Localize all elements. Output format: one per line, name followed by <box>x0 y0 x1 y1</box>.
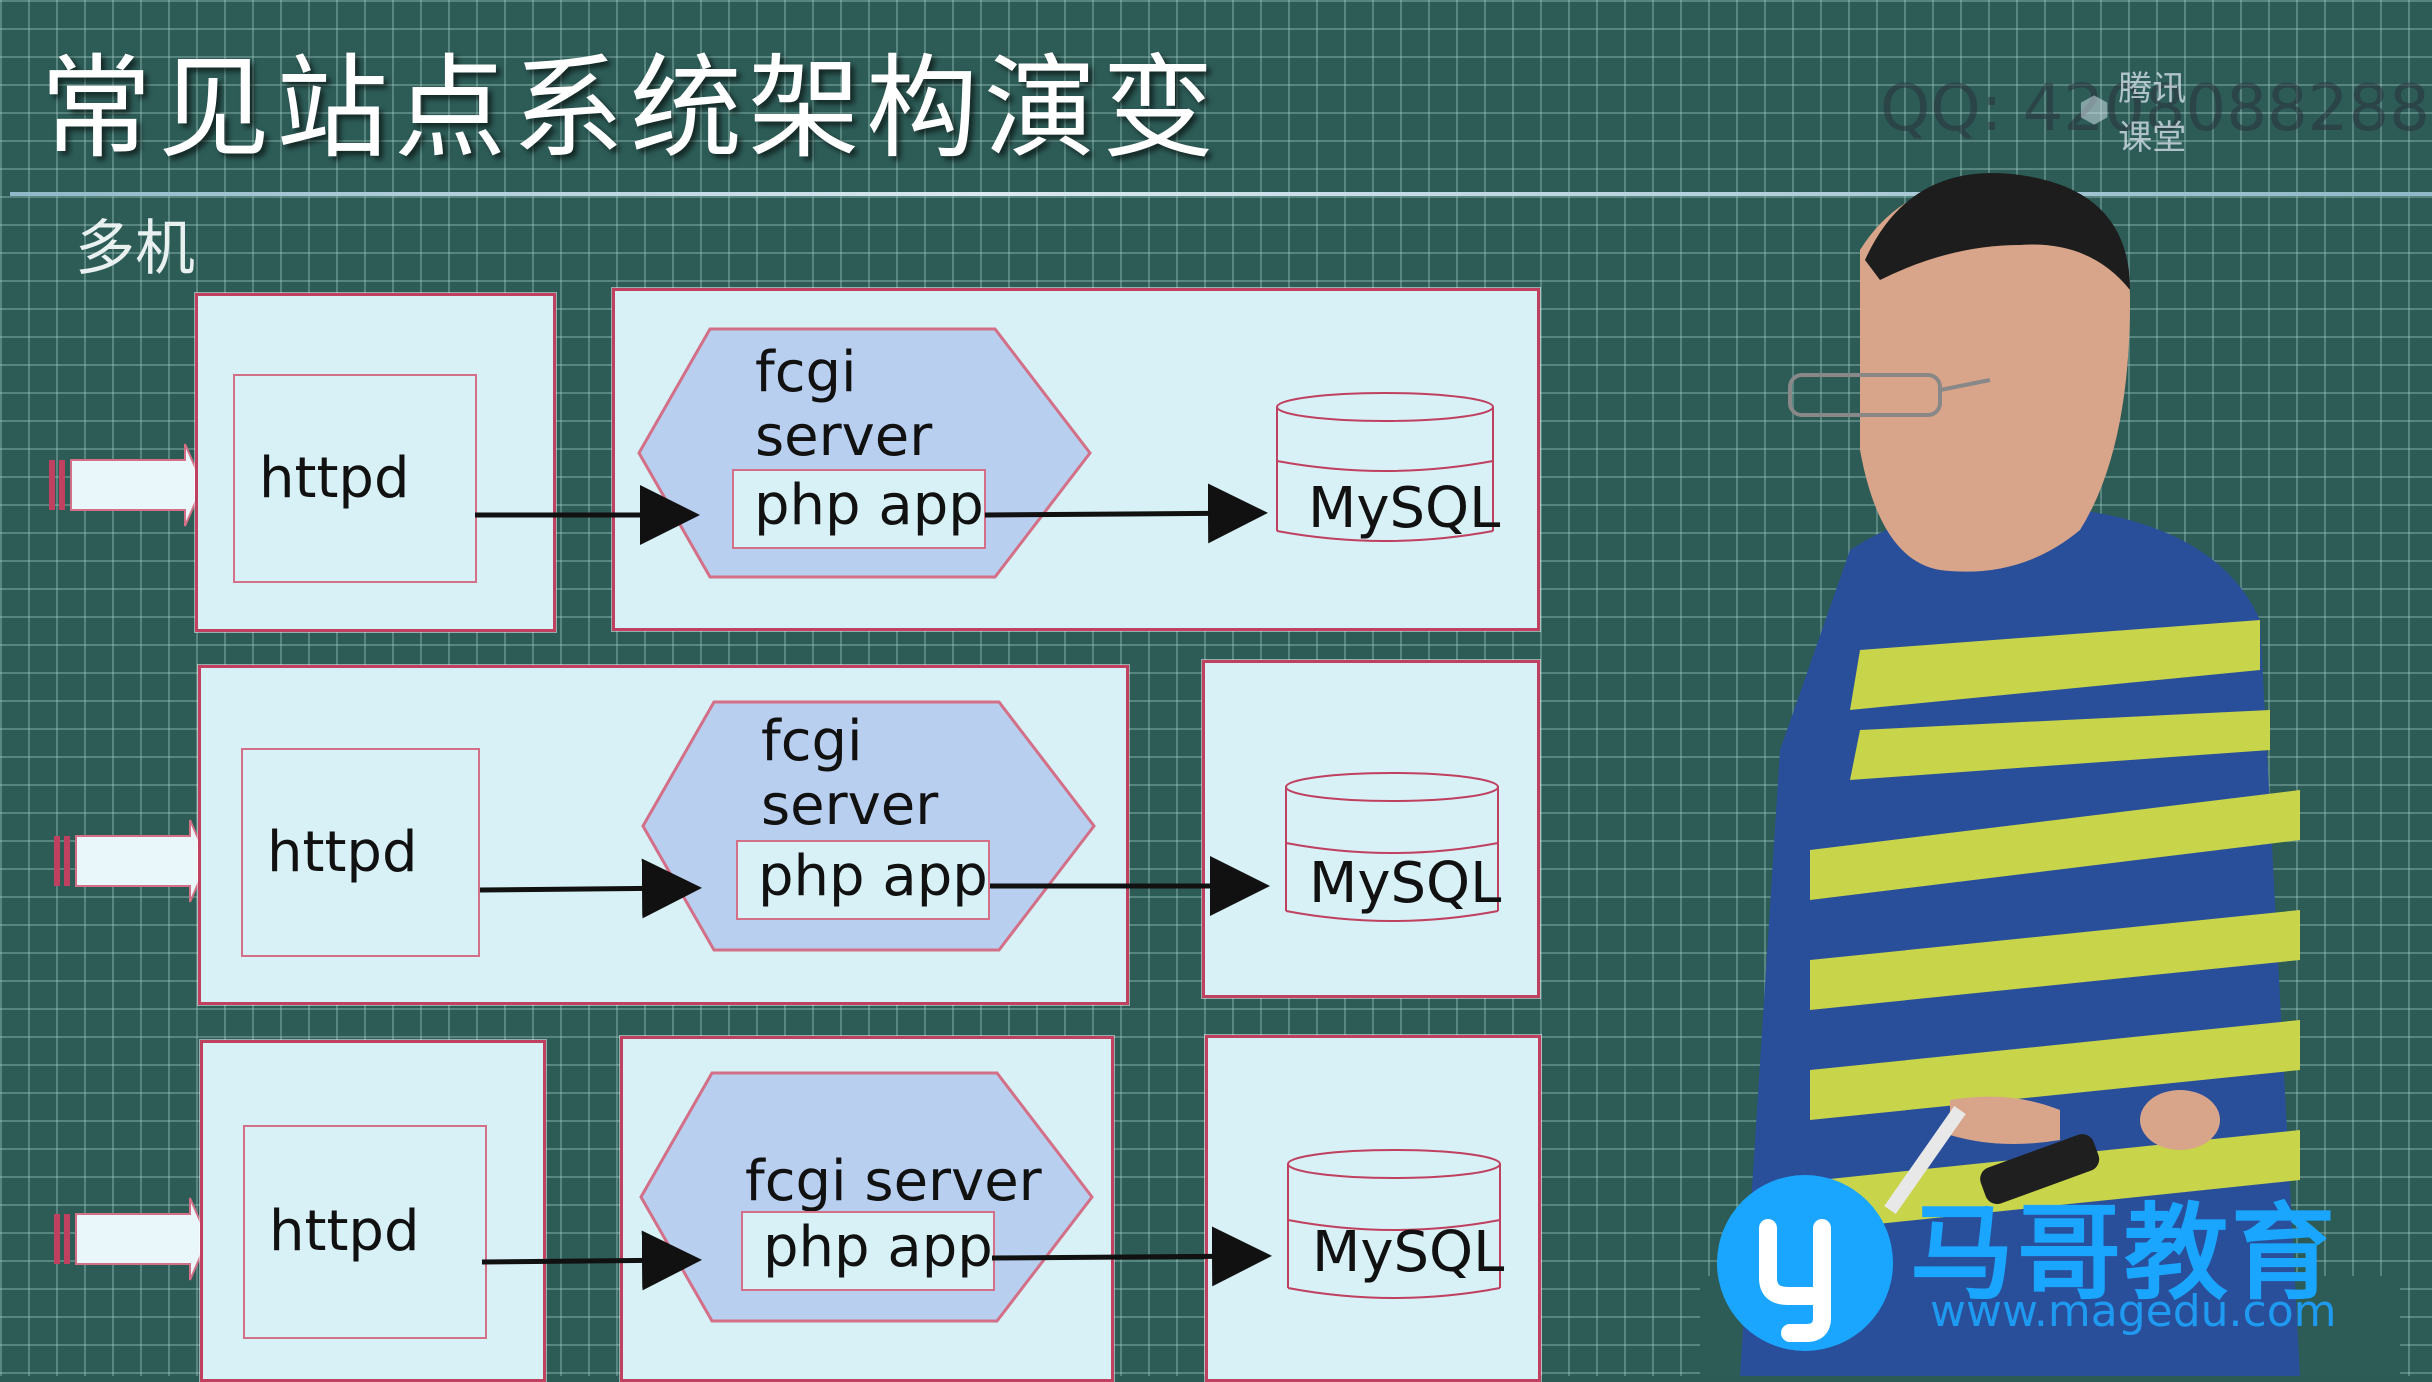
brand-url: www.magedu.com <box>1930 1286 2337 1337</box>
httpd-to-fcgi-arrow <box>479 858 702 919</box>
httpd-to-fcgi-arrow <box>481 1230 702 1291</box>
php-to-mysql-arrow <box>984 483 1268 544</box>
php-to-mysql-arrow <box>991 1226 1272 1287</box>
brand-logo: 马哥教育 www.magedu.com <box>1710 1168 2400 1368</box>
brand-logo-icon <box>1717 1175 1893 1351</box>
